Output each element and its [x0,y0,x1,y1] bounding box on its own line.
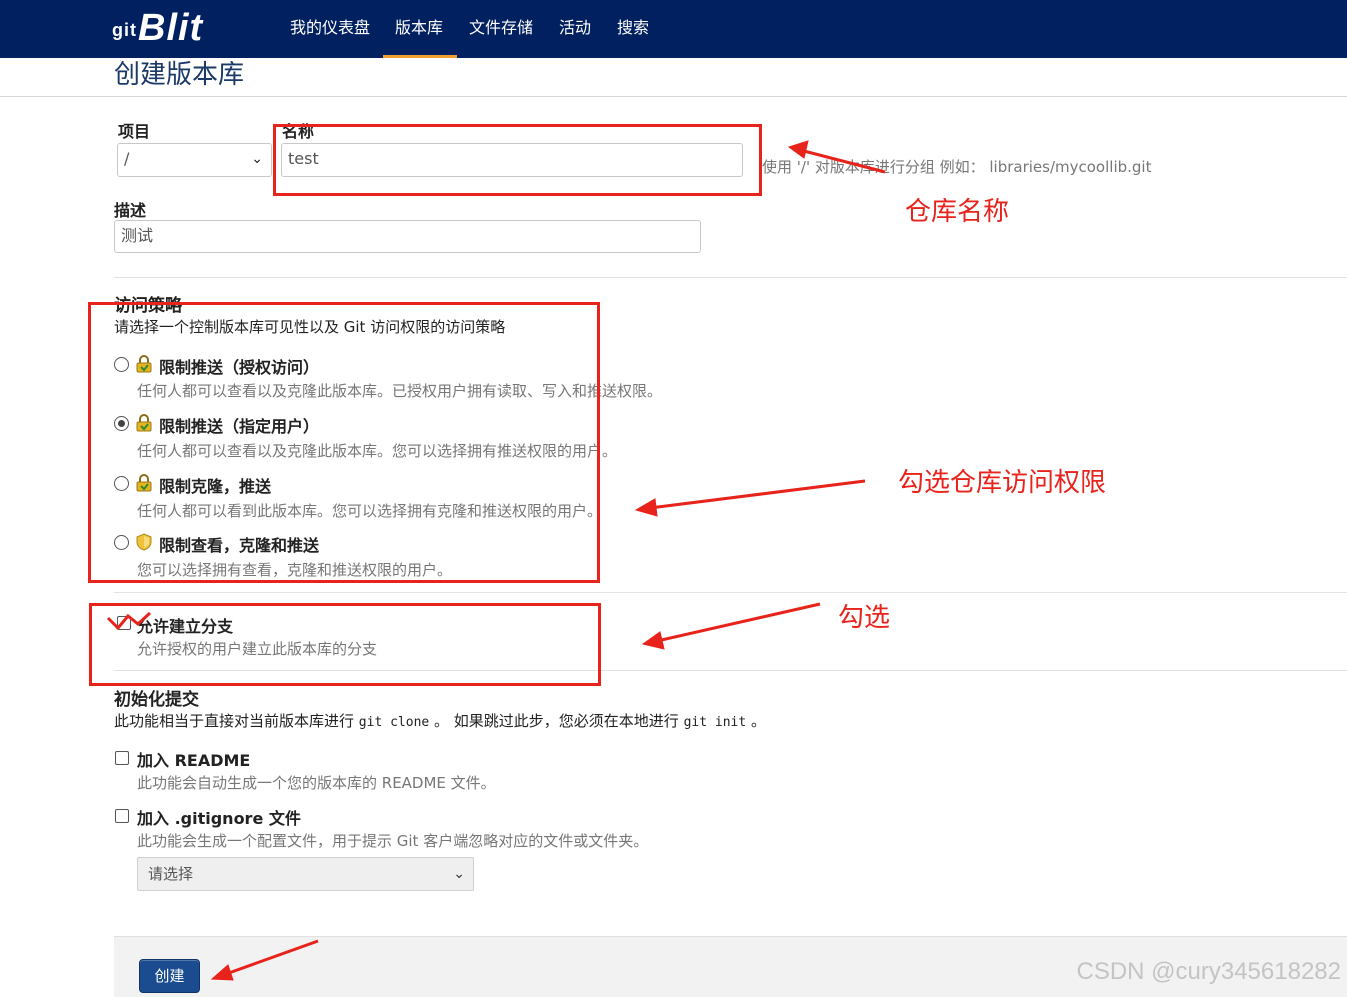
chevron-down-icon: ⌄ [251,151,263,167]
page-title: 创建版本库 [114,60,245,90]
add-gitignore-desc: 此功能会生成一个配置文件，用于提示 Git 客户端忽略对应的文件或文件夹。 [137,832,649,850]
git-clone-command: git clone [358,715,430,730]
annotation-box-fork [89,603,601,686]
annotation-access-perm: 勾选仓库访问权限 [898,468,1107,498]
nav-activity[interactable]: 活动 [547,0,603,58]
chevron-down-icon: ⌄ [453,866,465,882]
annotation-arrow [649,479,866,510]
create-button[interactable]: 创建 [139,959,200,993]
section-divider [114,592,1347,593]
add-gitignore-checkbox[interactable] [115,809,129,823]
title-divider [0,96,1347,97]
logo-prefix: git [112,20,137,40]
annotation-check: 勾选 [838,603,891,633]
git-init-command: git init [683,715,747,730]
annotation-arrowhead [641,631,665,650]
annotation-box-name [273,124,762,196]
annotation-repo-name: 仓库名称 [905,197,1010,227]
gitblit-logo[interactable]: gitBlit [112,6,203,50]
nav-search[interactable]: 搜索 [605,0,661,58]
nav-filestore[interactable]: 文件存储 [457,0,545,58]
section-divider [114,277,1347,278]
project-select[interactable]: / ⌄ [117,143,272,177]
annotation-arrow [656,602,821,643]
watermark: CSDN @cury345618282 [1076,958,1341,985]
name-help-text: 使用 '/' 对版本库进行分组 例如： libraries/mycoollib.… [762,158,1152,176]
top-navbar: gitBlit 我的仪表盘 版本库 文件存储 活动 搜索 [0,0,1347,58]
nav-dashboard[interactable]: 我的仪表盘 [278,0,382,58]
add-readme-title: 加入 README [137,751,251,770]
nav-repositories[interactable]: 版本库 [383,0,457,58]
init-desc-after: 。 [751,712,767,730]
project-select-value: / [124,149,130,168]
gitignore-select-value: 请选择 [148,865,194,883]
add-readme-checkbox[interactable] [115,751,129,765]
logo-text: Blit [138,7,204,49]
project-label: 项目 [118,122,151,141]
init-desc-mid: 。 如果跳过此步，您必须在本地进行 [434,712,679,730]
annotation-arrowhead [634,498,658,517]
add-gitignore-title: 加入 .gitignore 文件 [137,809,301,828]
init-commit-desc: 此功能相当于直接对当前版本库进行 git clone 。 如果跳过此步，您必须在… [114,710,766,731]
gitignore-select[interactable]: 请选择 ⌄ [137,857,474,891]
description-label: 描述 [114,201,147,220]
init-desc-before: 此功能相当于直接对当前版本库进行 [114,712,355,730]
add-readme-desc: 此功能会自动生成一个您的版本库的 README 文件。 [137,774,496,792]
init-commit-title: 初始化提交 [114,690,199,710]
description-input[interactable]: 测试 [114,220,701,253]
annotation-box-access [88,302,600,583]
